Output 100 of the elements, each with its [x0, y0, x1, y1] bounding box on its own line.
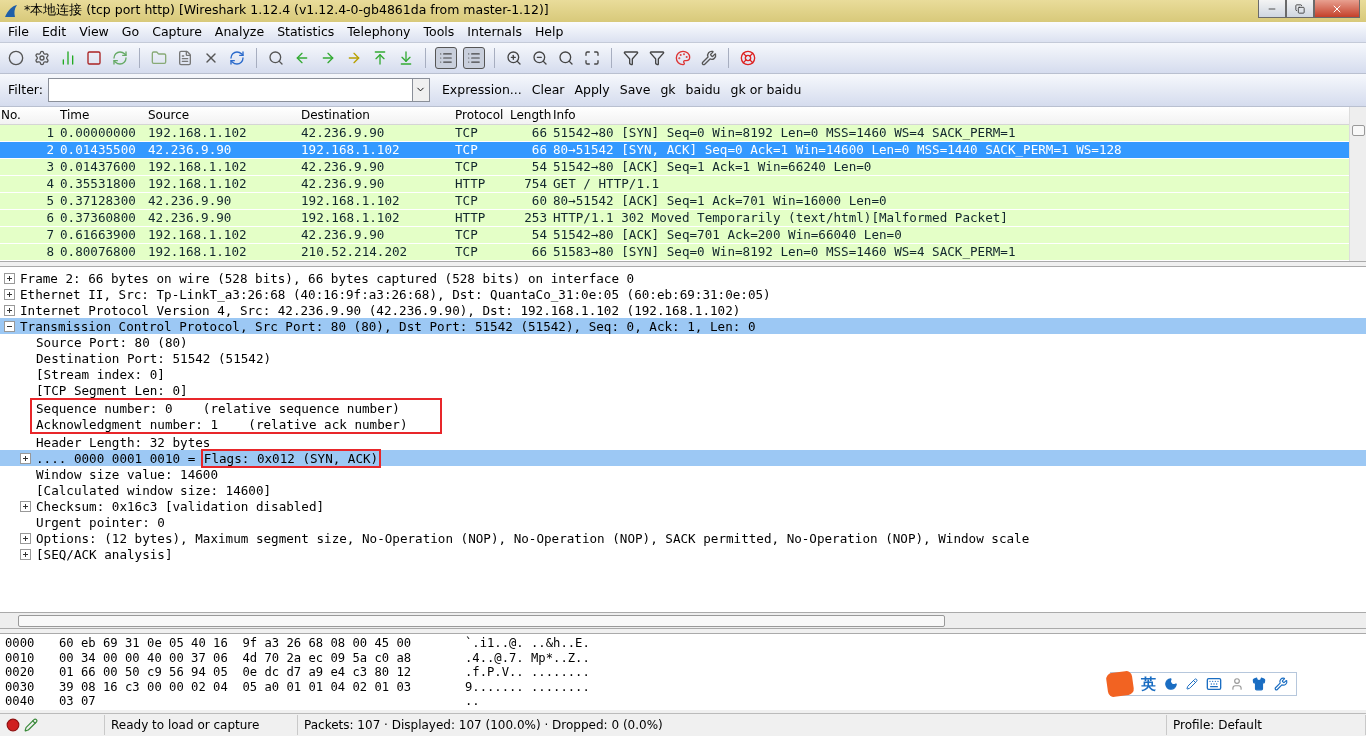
menu-item[interactable]: Capture — [146, 24, 209, 40]
list-icon — [439, 50, 453, 65]
column-header[interactable]: No. — [0, 108, 57, 123]
column-header[interactable]: Protocol — [452, 108, 507, 123]
tree-text: Urgent pointer: 0 — [36, 514, 165, 530]
menu-item[interactable]: Statistics — [271, 24, 342, 40]
filter-button[interactable]: gk or baidu — [730, 82, 802, 98]
hex-text: 00 34 00 00 40 00 37 06 4d 70 2a ec 09 5a c0 a8 — [59, 650, 413, 665]
table-cell-text: HTTP/1.1 302 Moved Temporarily (text/html)[Malformed Packet] — [552, 210, 1009, 226]
table-cell-text: 192.168.1.102 — [147, 227, 248, 243]
tree-row[interactable]: Frame 2: 66 bytes on wire (528 bits), 66 bytes captured (528 bits) on interface 0 — [0, 270, 1366, 287]
edit-icon[interactable] — [24, 718, 38, 733]
table-cell-text: HTTP — [454, 210, 487, 226]
table-cell-text: 192.168.1.102 — [300, 193, 401, 209]
menu-item[interactable]: File — [2, 24, 36, 40]
menu-item[interactable]: Tools — [417, 24, 462, 40]
table-cell-text: 51542→80 [SYN] Seq=0 Win=8192 Len=0 MSS=1460 WS=4 SACK_PERM=1 — [552, 125, 1017, 141]
packet-counts: Packets: 107 · Displayed: 107 (100.0%) · Dropped: 0 (0.0%) — [298, 715, 1167, 736]
tree-text: Sequence number: 0 (relative sequence number) — [36, 400, 400, 416]
close-button[interactable] — [1314, 0, 1360, 18]
tree-row[interactable]: Window size value: 14600 — [0, 466, 1366, 483]
tree-text: Header Length: 32 bytes — [36, 434, 211, 450]
status-icon[interactable] — [6, 718, 20, 733]
tree-row[interactable]: Source Port: 80 (80) — [0, 334, 1366, 351]
menu-item[interactable]: Help — [528, 24, 571, 40]
collapse-icon[interactable] — [4, 320, 15, 332]
column-header[interactable]: Time — [57, 108, 145, 123]
expand-icon[interactable] — [20, 452, 31, 464]
table-cell-text: 60 — [530, 193, 548, 209]
expand-icon[interactable] — [20, 500, 31, 512]
table-cell-text: 66 — [530, 142, 548, 158]
shirt-icon[interactable] — [1252, 677, 1266, 692]
tree-row[interactable]: Urgent pointer: 0 — [0, 514, 1366, 531]
expand-icon[interactable] — [4, 304, 15, 316]
tree-row[interactable]: Destination Port: 51542 (51542) — [0, 350, 1366, 367]
wrench-icon[interactable] — [1274, 677, 1288, 692]
menu-item[interactable]: Telephony — [341, 24, 418, 40]
tree-row[interactable]: Internet Protocol Version 4, Src: 42.236.9.90 (42.236.9.90), Dst: 192.168.1.102 (192.168.1.102) — [0, 302, 1366, 319]
tree-text: .... 0000 0001 0010 = — [36, 450, 197, 466]
keyboard-icon[interactable] — [1206, 676, 1222, 693]
tree-row[interactable]: [Calculated window size: 14600] — [0, 482, 1366, 499]
tree-row[interactable]: .... 0000 0001 0010 = Flags: 0x012 (SYN, ACK) — [0, 450, 1366, 467]
tree-text: Transmission Control Protocol, Src Port: 80 (80), Dst Port: 51542 (51542), Seq: 0, Ack: 1, Len: 0 — [20, 318, 756, 334]
table-cell-text: 42.236.9.90 — [300, 159, 386, 175]
tree-row[interactable]: [SEQ/ACK analysis] — [0, 546, 1366, 563]
filter-button[interactable]: Clear — [531, 82, 565, 98]
table-cell-text: TCP — [454, 159, 479, 175]
menu-item[interactable]: Internals — [461, 24, 529, 40]
table-cell-text: 0.01435500 — [59, 142, 137, 158]
list-icon — [467, 50, 481, 65]
colorize-toggle[interactable] — [435, 46, 457, 69]
tree-row[interactable]: Sequence number: 0 (relative sequence number) — [32, 400, 440, 417]
auto-scroll-toggle[interactable] — [463, 46, 485, 69]
minimize-button[interactable] — [1258, 0, 1286, 18]
hex-text: 39 08 16 c3 00 00 02 04 05 a0 01 01 04 02 01 03 — [59, 679, 413, 694]
moon-icon[interactable] — [1164, 677, 1178, 692]
filter-button[interactable]: gk — [660, 82, 676, 98]
tree-row[interactable]: Header Length: 32 bytes — [0, 434, 1366, 451]
menu-item[interactable]: View — [73, 24, 116, 40]
table-cell-text: 51542→80 [ACK] Seq=701 Ack=200 Win=66040 Len=0 — [552, 227, 903, 243]
scrollbar[interactable] — [0, 613, 1366, 630]
filter-button[interactable]: baidu — [685, 82, 721, 98]
table-cell-text: 192.168.1.102 — [300, 210, 401, 226]
expand-icon[interactable] — [4, 288, 15, 300]
table-cell-text: 0.35531800 — [59, 176, 137, 192]
tree-row[interactable]: [Stream index: 0] — [0, 366, 1366, 383]
menu-item[interactable]: Analyze — [208, 24, 272, 40]
ime-language[interactable]: 英 — [1141, 674, 1156, 694]
tree-row[interactable]: [TCP Segment Len: 0] — [0, 382, 1366, 399]
filter-button[interactable]: Apply — [574, 82, 610, 98]
tree-row[interactable]: Options: (12 bytes), Maximum segment size, No-Operation (NOP), No-Operation (NOP), SACK permitted, No-Operation (NOP), Window scale — [0, 530, 1366, 547]
dropdown-icon[interactable] — [411, 78, 429, 101]
table-cell-text: 51583→80 [SYN] Seq=0 Win=8192 Len=0 MSS=1460 WS=4 SACK_PERM=1 — [552, 244, 1017, 260]
tree-text: Destination Port: 51542 (51542) — [36, 350, 272, 366]
restore-button[interactable] — [1286, 0, 1314, 18]
column-header[interactable]: Destination — [298, 108, 452, 123]
expand-icon[interactable] — [20, 532, 31, 544]
expand-icon[interactable] — [4, 272, 15, 284]
column-header[interactable]: Length — [507, 108, 550, 123]
status-message: Ready to load or capture — [105, 715, 298, 736]
table-cell-text: HTTP — [454, 176, 487, 192]
tree-row[interactable]: Ethernet II, Src: Tp-LinkT_a3:26:68 (40:16:9f:a3:26:68), Dst: QuantaCo_31:0e:05 (60:eb:69:31:0e:05) — [0, 286, 1366, 303]
offset-text: 0040 — [5, 694, 36, 709]
table-cell-text: 0.37128300 — [59, 193, 137, 209]
table-cell-text: 42.236.9.90 — [147, 193, 233, 209]
column-header[interactable]: Source — [145, 108, 298, 123]
filter-button[interactable]: Save — [619, 82, 651, 98]
tree-text: Frame 2: 66 bytes on wire (528 bits), 66 bytes captured (528 bits) on interface 0 — [20, 270, 635, 286]
filter-field[interactable] — [47, 77, 430, 102]
tree-row[interactable]: Checksum: 0x16c3 [validation disabled] — [0, 498, 1366, 515]
tree-row[interactable]: Transmission Control Protocol, Src Port: 80 (80), Dst Port: 51542 (51542), Seq: 0, Ack: 1, Len: 0 — [0, 318, 1366, 335]
table-cell-text: 66 — [530, 244, 548, 260]
profile-label[interactable]: Profile: Default — [1167, 715, 1366, 736]
menu-item[interactable]: Go — [115, 24, 147, 40]
column-header[interactable]: Info — [550, 108, 1349, 123]
table-cell-text: 54 — [530, 159, 548, 175]
menu-item[interactable]: Edit — [35, 24, 74, 40]
filter-button[interactable]: Expression... — [441, 82, 522, 98]
table-cell-text: 0.80076800 — [59, 244, 137, 260]
expand-icon[interactable] — [20, 548, 31, 560]
